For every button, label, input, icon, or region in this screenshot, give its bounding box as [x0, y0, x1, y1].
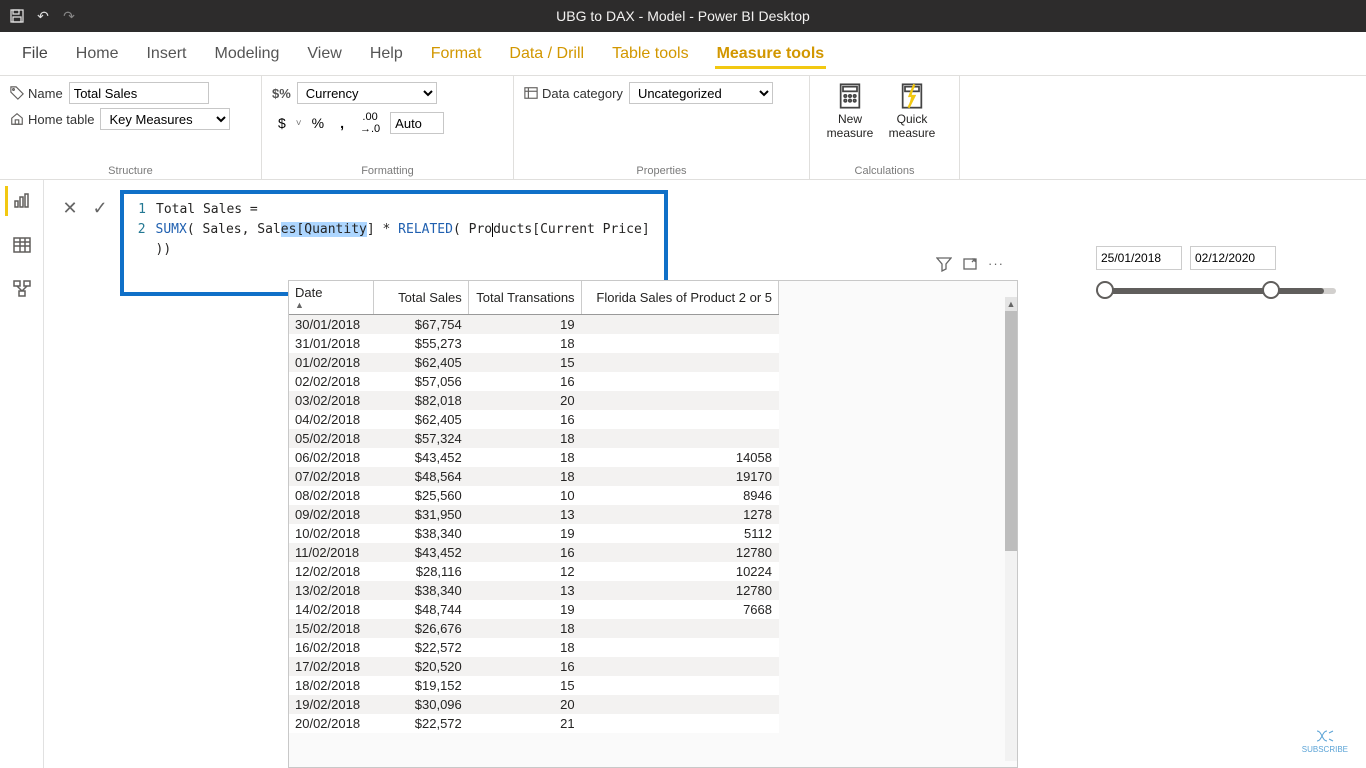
scroll-thumb[interactable]: [1005, 311, 1017, 551]
home-table-select[interactable]: Key Measures: [100, 108, 230, 130]
category-icon: [524, 86, 538, 100]
slider-handle-end[interactable]: [1262, 281, 1280, 299]
quick-measure-button[interactable]: Quick measure: [882, 82, 942, 141]
menu-insert[interactable]: Insert: [144, 39, 188, 69]
cancel-formula-button[interactable]: ✕: [58, 196, 82, 220]
menu-view[interactable]: View: [305, 39, 343, 69]
table-row[interactable]: 30/01/2018$67,75419: [289, 315, 779, 335]
menu-home[interactable]: Home: [74, 39, 121, 69]
commit-formula-button[interactable]: ✓: [88, 196, 112, 220]
decimals-input[interactable]: [390, 112, 444, 134]
table-row[interactable]: 12/02/2018$28,1161210224: [289, 562, 779, 581]
format-select[interactable]: Currency: [297, 82, 437, 104]
comma-button[interactable]: ,: [334, 112, 350, 134]
menu-measuretools[interactable]: Measure tools: [715, 39, 827, 69]
date-slicer: [1096, 246, 1336, 294]
col-transactions[interactable]: Total Transations: [468, 281, 581, 315]
decimal-button[interactable]: .00→.0: [354, 108, 386, 138]
quick-calc-icon: [898, 82, 926, 110]
ribbon-group-structure: Name Home table Key Measures Structure: [0, 76, 262, 179]
col-date[interactable]: Date▲: [289, 281, 374, 315]
data-view-button[interactable]: [7, 230, 37, 260]
visual-header: ···: [936, 256, 1004, 275]
table-row[interactable]: 31/01/2018$55,27318: [289, 334, 779, 353]
data-table: Date▲ Total Sales Total Transations Flor…: [289, 281, 779, 733]
ribbon-group-calculations: New measure Quick measure Calculations: [810, 76, 960, 179]
table-row[interactable]: 03/02/2018$82,01820: [289, 391, 779, 410]
report-view-button[interactable]: [5, 186, 35, 216]
slicer-from-date[interactable]: [1096, 246, 1182, 270]
hometable-label: Home table: [10, 112, 94, 127]
currency-button[interactable]: $: [272, 112, 292, 134]
dna-icon: [1315, 729, 1335, 743]
slider-handle-start[interactable]: [1096, 281, 1114, 299]
table-row[interactable]: 06/02/2018$43,4521814058: [289, 448, 779, 467]
ribbon-group-formatting: $% Currency $˅ % , .00→.0 Formatting: [262, 76, 514, 179]
col-florida[interactable]: Florida Sales of Product 2 or 5: [581, 281, 778, 315]
save-icon[interactable]: [8, 7, 26, 25]
table-row[interactable]: 10/02/2018$38,340195112: [289, 524, 779, 543]
format-icon: $%: [272, 86, 291, 101]
name-label: Name: [10, 86, 63, 101]
calculator-icon: [836, 82, 864, 110]
tag-icon: [10, 86, 24, 100]
more-icon[interactable]: ···: [988, 256, 1004, 275]
model-view-button[interactable]: [7, 274, 37, 304]
col-totalsales[interactable]: Total Sales: [374, 281, 469, 315]
view-rail: [0, 180, 44, 768]
subscribe-watermark: SUBSCRIBE: [1302, 729, 1348, 754]
table-row[interactable]: 08/02/2018$25,560108946: [289, 486, 779, 505]
table-row[interactable]: 09/02/2018$31,950131278: [289, 505, 779, 524]
table-row[interactable]: 18/02/2018$19,15215: [289, 676, 779, 695]
menu-modeling[interactable]: Modeling: [212, 39, 281, 69]
table-row[interactable]: 16/02/2018$22,57218: [289, 638, 779, 657]
table-row[interactable]: 01/02/2018$62,40515: [289, 353, 779, 372]
menu-tabletools[interactable]: Table tools: [610, 39, 691, 69]
slicer-to-date[interactable]: [1190, 246, 1276, 270]
date-slider[interactable]: [1096, 288, 1336, 294]
table-row[interactable]: 14/02/2018$48,744197668: [289, 600, 779, 619]
table-row[interactable]: 19/02/2018$30,09620: [289, 695, 779, 714]
menubar: File Home Insert Modeling View Help Form…: [0, 32, 1366, 76]
table-row[interactable]: 20/02/2018$22,57221: [289, 714, 779, 733]
menu-help[interactable]: Help: [368, 39, 405, 69]
menu-format[interactable]: Format: [429, 39, 484, 69]
datacategory-label: Data category: [524, 86, 623, 101]
ribbon: Name Home table Key Measures Structure $…: [0, 76, 1366, 180]
table-row[interactable]: 17/02/2018$20,52016: [289, 657, 779, 676]
data-category-select[interactable]: Uncategorized: [629, 82, 773, 104]
menu-file[interactable]: File: [20, 39, 50, 69]
window-title: UBG to DAX - Model - Power BI Desktop: [556, 8, 810, 24]
table-row[interactable]: 02/02/2018$57,05616: [289, 372, 779, 391]
table-visual[interactable]: Date▲ Total Sales Total Transations Flor…: [288, 280, 1018, 768]
ribbon-group-properties: Data category Uncategorized Properties: [514, 76, 810, 179]
undo-icon[interactable]: ↶: [34, 7, 52, 25]
percent-button[interactable]: %: [306, 112, 330, 134]
titlebar: ↶ ↷ UBG to DAX - Model - Power BI Deskto…: [0, 0, 1366, 32]
menu-datadrill[interactable]: Data / Drill: [507, 39, 586, 69]
scrollbar[interactable]: [1005, 311, 1017, 761]
table-row[interactable]: 04/02/2018$62,40516: [289, 410, 779, 429]
scroll-up[interactable]: ▲: [1005, 297, 1017, 311]
table-row[interactable]: 07/02/2018$48,5641819170: [289, 467, 779, 486]
focus-icon[interactable]: [962, 256, 978, 275]
redo-icon[interactable]: ↷: [60, 7, 78, 25]
home-icon: [10, 112, 24, 126]
filter-icon[interactable]: [936, 256, 952, 275]
table-row[interactable]: 05/02/2018$57,32418: [289, 429, 779, 448]
new-measure-button[interactable]: New measure: [820, 82, 880, 141]
table-row[interactable]: 11/02/2018$43,4521612780: [289, 543, 779, 562]
table-row[interactable]: 15/02/2018$26,67618: [289, 619, 779, 638]
measure-name-input[interactable]: [69, 82, 209, 104]
table-row[interactable]: 13/02/2018$38,3401312780: [289, 581, 779, 600]
